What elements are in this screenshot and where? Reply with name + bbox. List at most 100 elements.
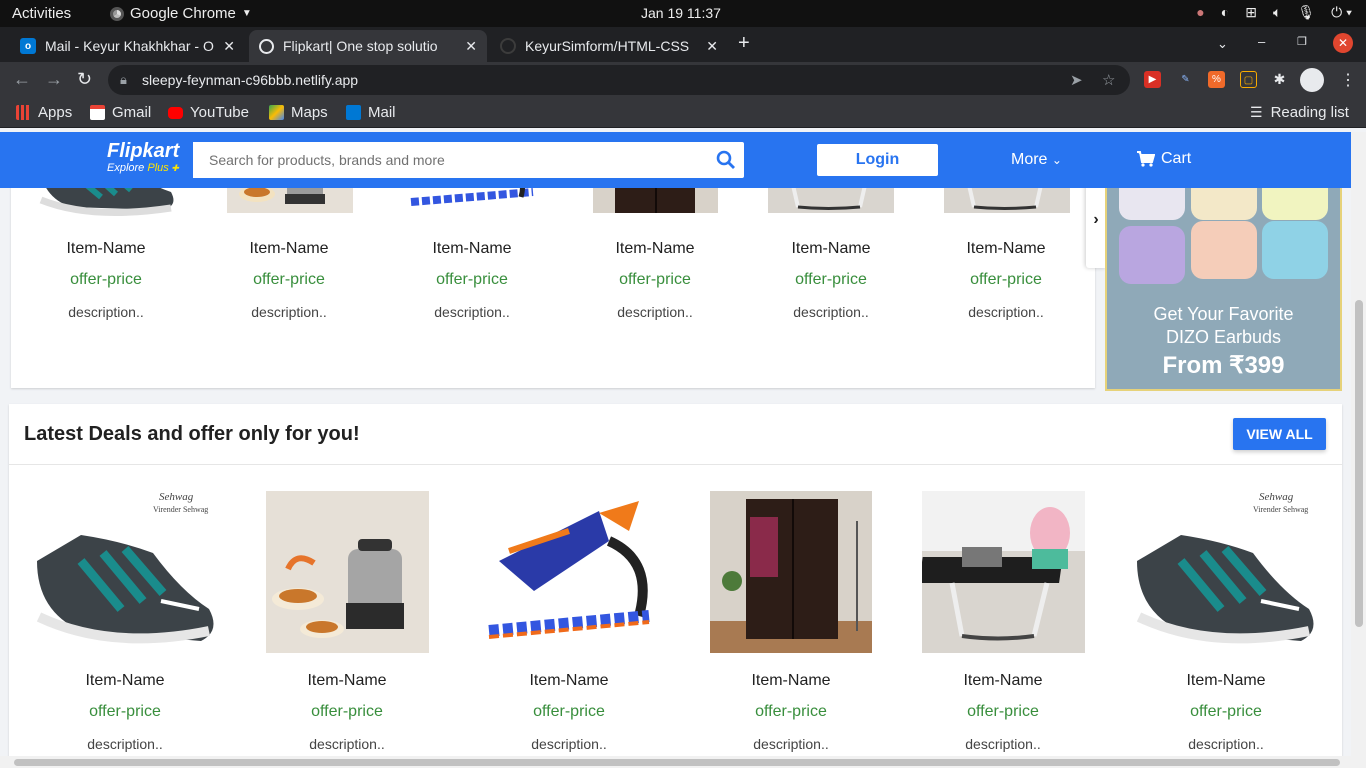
profile-avatar-icon[interactable] xyxy=(1300,68,1324,92)
bookmark-gmail[interactable]: Gmail xyxy=(90,104,151,121)
logo-tagline-prefix: Explore xyxy=(107,162,148,174)
network-icon: ⊞ xyxy=(1245,4,1257,20)
chrome-icon xyxy=(110,6,124,21)
activities-button[interactable]: Activities xyxy=(12,5,71,22)
product-item[interactable]: Item-Name offer-price description.. xyxy=(751,240,911,320)
extension-red-icon[interactable]: ▶ xyxy=(1144,71,1161,88)
extension-pen-icon[interactable]: ✎ xyxy=(1177,71,1194,88)
product-item[interactable]: Item-Name offer-price description.. xyxy=(923,672,1083,752)
flipkart-logo[interactable]: Flipkart Explore Plus ✚ xyxy=(107,140,179,174)
github-icon xyxy=(500,38,516,54)
product-item[interactable]: Item-Name offer-price description.. xyxy=(45,672,205,752)
earbuds-image xyxy=(1191,221,1257,279)
horizontal-scrollbar[interactable] xyxy=(0,756,1366,768)
new-tab-plus-icon[interactable]: + xyxy=(738,32,750,55)
system-tray[interactable]: ● ◐ ⊞ 🔈︎ 🎙︎ ⏻ ▾ xyxy=(1196,4,1352,21)
system-top-bar: Activities Google Chrome ▼ Jan 19 11:37 … xyxy=(0,0,1366,27)
item-name: Item-Name xyxy=(791,240,871,257)
latest-deals-card: Latest Deals and offer only for you! VIE… xyxy=(9,404,1342,756)
item-description: description.. xyxy=(1188,736,1264,752)
close-window-icon[interactable]: ✕ xyxy=(1333,33,1353,53)
item-name: Item-Name xyxy=(529,672,609,689)
product-item[interactable]: Item-Name offer-price description.. xyxy=(267,672,427,752)
send-icon[interactable]: ➤ xyxy=(1070,71,1083,89)
product-image-table[interactable] xyxy=(922,491,1085,653)
address-bar[interactable]: 🔒︎ sleepy-feynman-c96bbb.netlify.app ➤ ☆ xyxy=(108,65,1130,95)
forward-arrow-icon[interactable]: → xyxy=(45,69,63,90)
clock[interactable]: Jan 19 11:37 xyxy=(641,5,721,21)
banner-line1: Get Your Favorite xyxy=(1153,304,1294,324)
search-input[interactable] xyxy=(193,142,693,178)
product-image-wardrobe[interactable] xyxy=(710,491,872,653)
scrollbar-thumb[interactable] xyxy=(14,759,1340,766)
cart-link[interactable]: Cart xyxy=(1137,150,1191,168)
extension-capture-icon[interactable]: ▢ xyxy=(1240,71,1257,88)
tab-search-chevron-icon[interactable]: ⌄ xyxy=(1217,36,1228,52)
item-name: Item-Name xyxy=(966,240,1046,257)
power-icon: ⏻ ▾ xyxy=(1331,4,1352,20)
reload-icon[interactable]: ↻ xyxy=(77,69,92,90)
brand-signature: Sehwag xyxy=(1259,491,1294,503)
product-item[interactable]: Item-Name offer-price description.. xyxy=(489,672,649,752)
app-menu[interactable]: Google Chrome ▼ xyxy=(110,5,252,22)
search-icon[interactable] xyxy=(716,150,736,170)
product-item[interactable]: Item-Name offer-price description.. xyxy=(209,240,369,320)
product-image-kettle[interactable] xyxy=(266,491,429,653)
close-tab-icon[interactable]: ✕ xyxy=(706,38,718,55)
close-tab-icon[interactable]: ✕ xyxy=(465,38,477,55)
bookmark-maps[interactable]: Maps xyxy=(269,104,328,121)
item-description: description.. xyxy=(968,304,1044,320)
item-price: offer-price xyxy=(619,271,691,288)
item-name: Item-Name xyxy=(307,672,387,689)
tab-github[interactable]: KeyurSimform/HTML-CSS ✕ xyxy=(490,30,728,62)
menu-kebab-icon[interactable]: ⋮ xyxy=(1340,70,1356,90)
item-description: description.. xyxy=(965,736,1041,752)
vertical-scrollbar[interactable] xyxy=(1351,132,1366,756)
bookmark-apps[interactable]: Apps xyxy=(16,104,72,121)
scrollbar-thumb[interactable] xyxy=(1355,300,1363,627)
product-item[interactable]: Item-Name offer-price description.. xyxy=(1146,672,1306,752)
close-tab-icon[interactable]: ✕ xyxy=(223,38,235,55)
item-description: description.. xyxy=(68,304,144,320)
extensions-puzzle-icon[interactable]: ✱ xyxy=(1271,71,1288,88)
login-button[interactable]: Login xyxy=(817,144,938,176)
plus-icon: ✚ xyxy=(168,163,179,173)
bookmark-youtube[interactable]: YouTube xyxy=(168,104,249,121)
bookmark-mail[interactable]: Mail xyxy=(346,104,396,121)
extension-orange-icon[interactable]: % xyxy=(1208,71,1225,88)
mic-icon: 🎙︎ xyxy=(1297,4,1316,20)
product-image-shoe[interactable]: Sehwag Virender Sehwag xyxy=(1131,491,1319,653)
product-item[interactable]: Item-Name offer-price description.. xyxy=(26,240,186,320)
brand-signature: Sehwag xyxy=(159,491,194,503)
browser-toolbar: ← → ↻ 🔒︎ sleepy-feynman-c96bbb.netlify.a… xyxy=(0,62,1366,98)
minimize-icon[interactable]: – xyxy=(1258,34,1265,49)
tab-mail[interactable]: o Mail - Keyur Khakhkhar - O ✕ xyxy=(10,30,245,62)
more-dropdown[interactable]: More ⌄ xyxy=(1011,151,1062,169)
item-description: description.. xyxy=(87,736,163,752)
product-item[interactable]: Item-Name offer-price description.. xyxy=(575,240,735,320)
product-image-toy-gun[interactable] xyxy=(479,491,660,653)
apps-grid-icon xyxy=(16,105,31,120)
reading-list-icon: ☰ xyxy=(1250,104,1263,120)
item-name: Item-Name xyxy=(85,672,165,689)
more-label: More xyxy=(1011,151,1048,168)
outlook-icon xyxy=(346,105,361,120)
item-name: Item-Name xyxy=(963,672,1043,689)
search-box[interactable] xyxy=(193,142,744,178)
star-icon[interactable]: ☆ xyxy=(1102,71,1115,89)
product-item[interactable]: Item-Name offer-price description.. xyxy=(392,240,552,320)
product-image-shoe[interactable]: Sehwag Virender Sehwag xyxy=(31,491,219,653)
back-arrow-icon[interactable]: ← xyxy=(13,69,31,90)
product-item[interactable]: Item-Name offer-price description.. xyxy=(926,240,1086,320)
brand-signature-sub: Virender Sehwag xyxy=(153,505,209,514)
maximize-icon[interactable]: ❐ xyxy=(1297,35,1307,48)
product-item[interactable]: Item-Name offer-price description.. xyxy=(711,672,871,752)
tab-flipkart[interactable]: Flipkart| One stop solutio ✕ xyxy=(249,30,487,62)
bookmark-label: YouTube xyxy=(190,104,249,121)
banner-line2: DIZO Earbuds xyxy=(1165,327,1282,347)
view-all-button[interactable]: VIEW ALL xyxy=(1233,418,1326,450)
item-price: offer-price xyxy=(795,271,867,288)
item-price: offer-price xyxy=(70,271,142,288)
reading-list-button[interactable]: ☰ Reading list xyxy=(1250,104,1349,121)
logo-text: Flipkart xyxy=(107,140,180,162)
